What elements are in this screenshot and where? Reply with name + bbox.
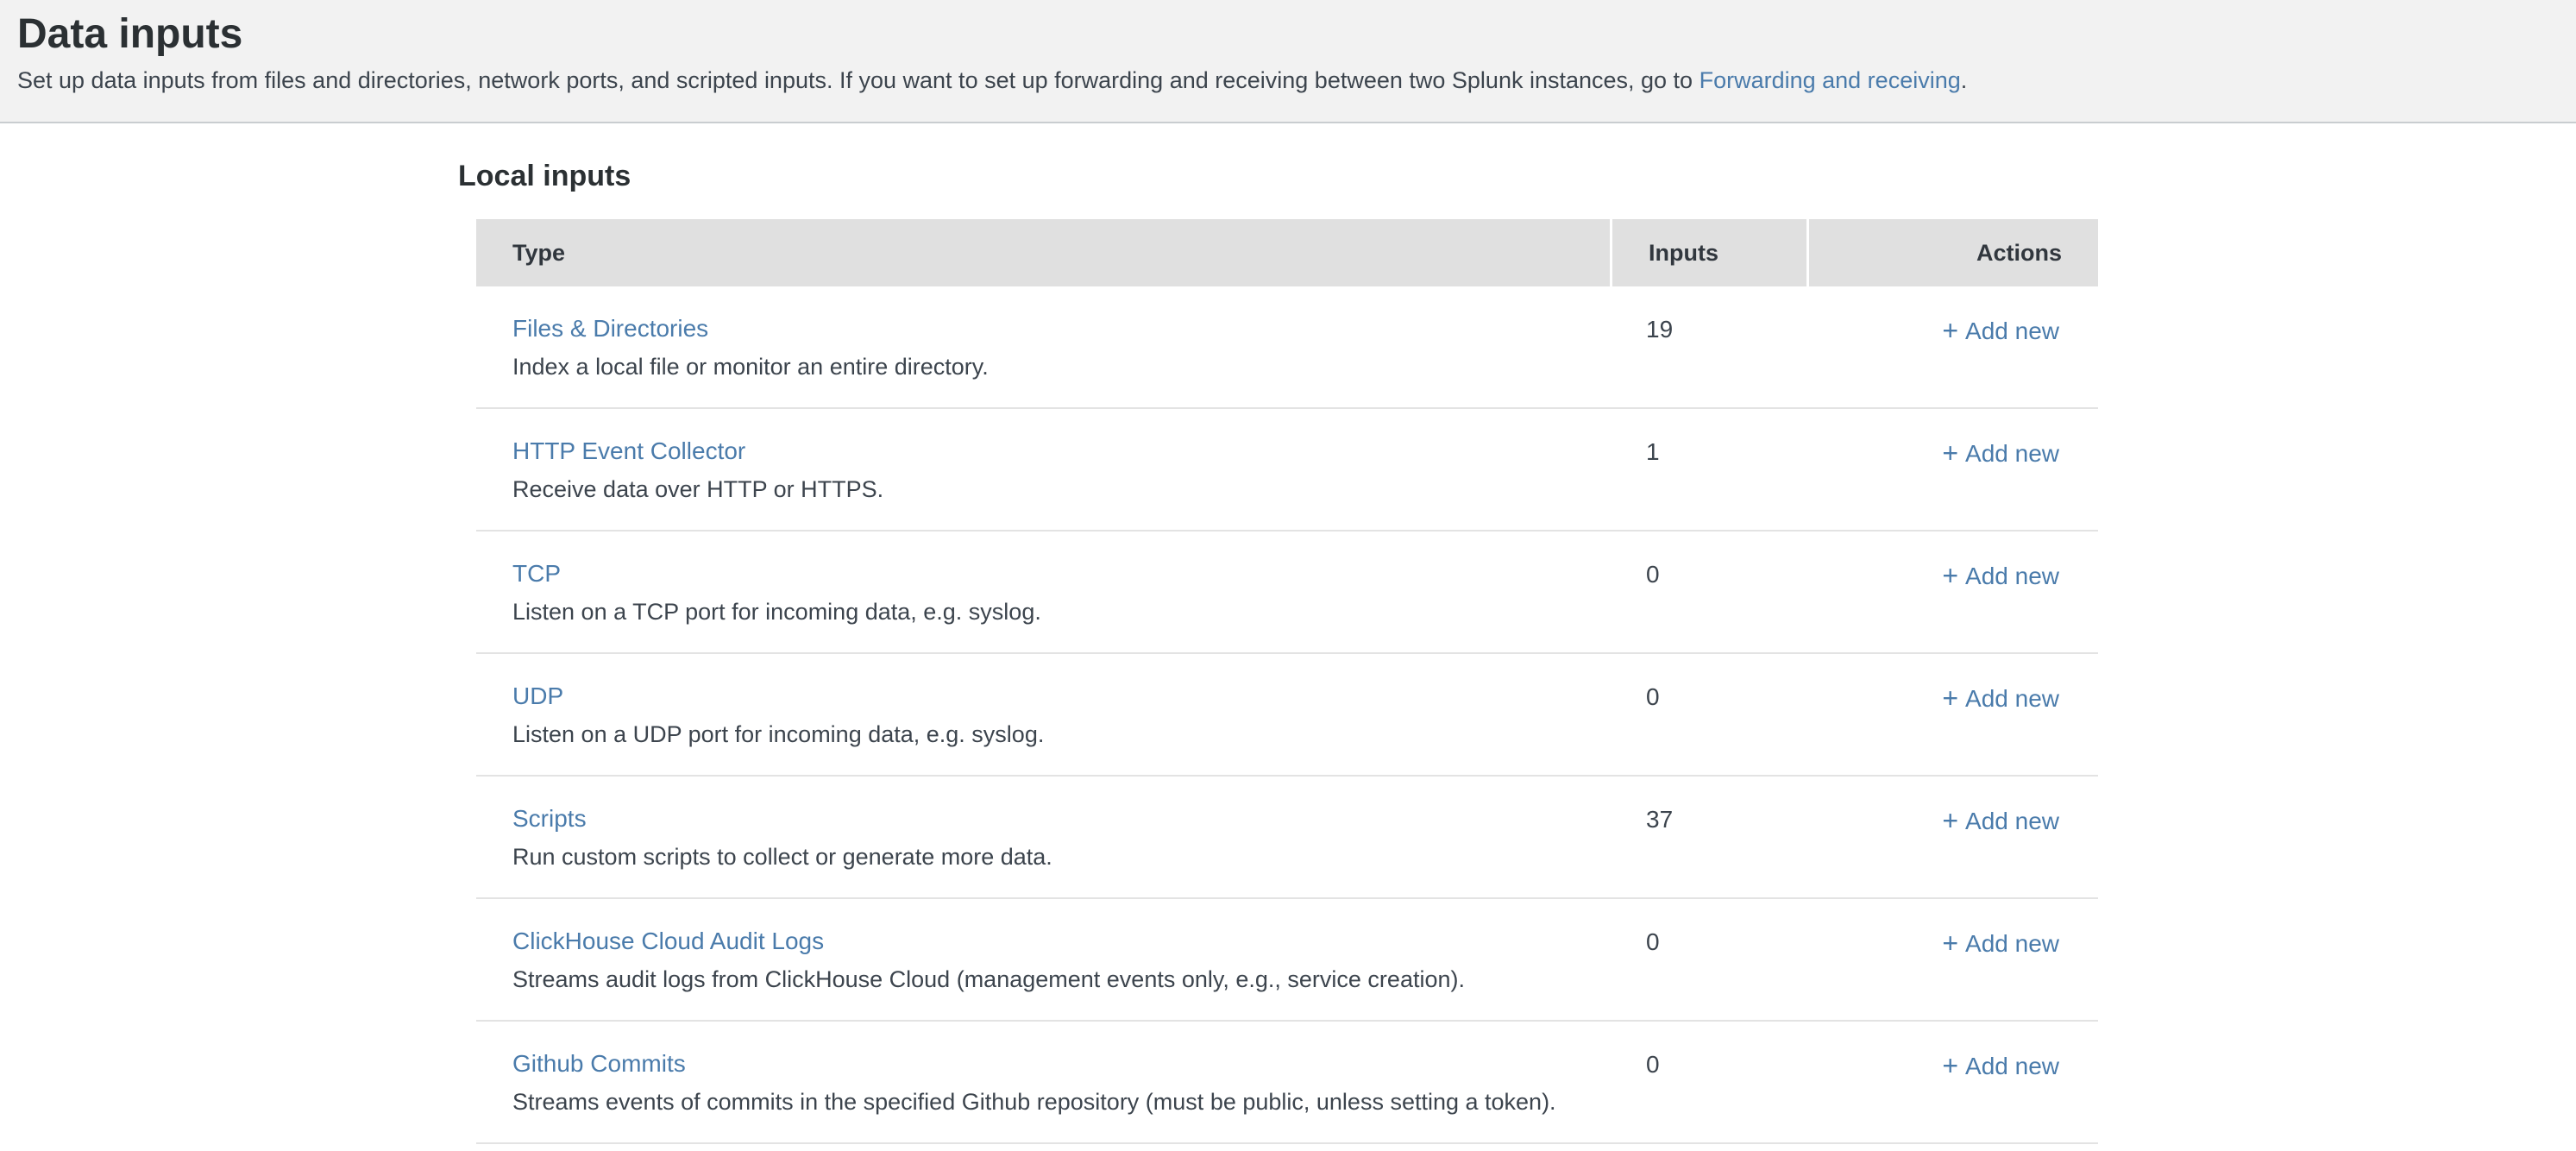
table-row: Github Commits Streams events of commits… xyxy=(476,1022,2098,1144)
input-type-link[interactable]: UDP xyxy=(512,682,563,711)
table-header-row: Type Inputs Actions xyxy=(476,219,2098,286)
page-header: Data inputs Set up data inputs from file… xyxy=(0,0,2576,123)
actions-cell: + Add new xyxy=(1806,1022,2098,1142)
type-cell: HTTP Event Collector Receive data over H… xyxy=(476,409,1610,530)
input-count: 0 xyxy=(1610,1022,1806,1142)
actions-cell: + Add new xyxy=(1806,899,2098,1020)
input-type-link[interactable]: TCP xyxy=(512,559,561,588)
input-type-description: Listen on a TCP port for incoming data, … xyxy=(512,598,1593,626)
input-type-link[interactable]: HTTP Event Collector xyxy=(512,437,745,466)
actions-cell: + Add new xyxy=(1806,777,2098,897)
page-subtitle-text: Set up data inputs from files and direct… xyxy=(17,67,1700,93)
input-type-description: Index a local file or monitor an entire … xyxy=(512,353,1593,381)
add-new-link[interactable]: + Add new xyxy=(1942,685,2059,712)
table-row: HTTP Event Collector Receive data over H… xyxy=(476,409,2098,531)
page-subtitle: Set up data inputs from files and direct… xyxy=(17,65,2555,96)
add-new-link[interactable]: + Add new xyxy=(1942,808,2059,834)
type-cell: UDP Listen on a UDP port for incoming da… xyxy=(476,654,1610,775)
input-type-link[interactable]: Github Commits xyxy=(512,1049,686,1079)
page-subtitle-suffix: . xyxy=(1961,67,1968,93)
add-new-label: Add new xyxy=(1965,930,2059,957)
input-type-description: Listen on a UDP port for incoming data, … xyxy=(512,720,1593,748)
plus-icon: + xyxy=(1942,315,1958,346)
column-header-inputs: Inputs xyxy=(1612,219,1806,286)
add-new-label: Add new xyxy=(1965,563,2059,589)
input-type-link[interactable]: ClickHouse Cloud Audit Logs xyxy=(512,927,824,956)
plus-icon: + xyxy=(1942,1050,1958,1081)
add-new-label: Add new xyxy=(1965,1053,2059,1079)
plus-icon: + xyxy=(1942,928,1958,959)
plus-icon: + xyxy=(1942,682,1958,714)
add-new-link[interactable]: + Add new xyxy=(1942,1053,2059,1079)
plus-icon: + xyxy=(1942,437,1958,469)
input-type-description: Streams events of commits in the specifi… xyxy=(512,1088,1593,1116)
input-type-link[interactable]: Files & Directories xyxy=(512,314,708,343)
type-cell: Files & Directories Index a local file o… xyxy=(476,286,1610,407)
add-new-label: Add new xyxy=(1965,685,2059,712)
forwarding-receiving-link[interactable]: Forwarding and receiving xyxy=(1700,67,1961,93)
column-header-type: Type xyxy=(476,219,1610,286)
column-header-actions: Actions xyxy=(1809,219,2098,286)
type-cell: Github Commits Streams events of commits… xyxy=(476,1022,1610,1142)
input-type-description: Streams audit logs from ClickHouse Cloud… xyxy=(512,965,1593,993)
type-cell: ClickHouse Cloud Audit Logs Streams audi… xyxy=(476,899,1610,1020)
add-new-label: Add new xyxy=(1965,440,2059,467)
type-cell: Scripts Run custom scripts to collect or… xyxy=(476,777,1610,897)
section-title-local-inputs: Local inputs xyxy=(458,160,2576,193)
add-new-label: Add new xyxy=(1965,808,2059,834)
table-row: TCP Listen on a TCP port for incoming da… xyxy=(476,531,2098,654)
plus-icon: + xyxy=(1942,805,1958,836)
actions-cell: + Add new xyxy=(1806,531,2098,652)
plus-icon: + xyxy=(1942,560,1958,591)
table-row: Files & Directories Index a local file o… xyxy=(476,286,2098,409)
add-new-link[interactable]: + Add new xyxy=(1942,563,2059,589)
input-count: 0 xyxy=(1610,654,1806,775)
input-count: 0 xyxy=(1610,531,1806,652)
input-count: 0 xyxy=(1610,899,1806,1020)
table-row: ClickHouse Cloud Audit Logs Streams audi… xyxy=(476,899,2098,1022)
table-row: Scripts Run custom scripts to collect or… xyxy=(476,777,2098,899)
input-type-link[interactable]: Scripts xyxy=(512,804,587,833)
actions-cell: + Add new xyxy=(1806,286,2098,407)
actions-cell: + Add new xyxy=(1806,654,2098,775)
input-type-description: Run custom scripts to collect or generat… xyxy=(512,843,1593,871)
input-count: 37 xyxy=(1610,777,1806,897)
table-row: UDP Listen on a UDP port for incoming da… xyxy=(476,654,2098,777)
input-type-description: Receive data over HTTP or HTTPS. xyxy=(512,475,1593,503)
page-title: Data inputs xyxy=(17,12,2555,58)
add-new-label: Add new xyxy=(1965,318,2059,344)
add-new-link[interactable]: + Add new xyxy=(1942,440,2059,467)
input-count: 1 xyxy=(1610,409,1806,530)
local-inputs-table: Type Inputs Actions Files & Directories … xyxy=(476,219,2098,1144)
type-cell: TCP Listen on a TCP port for incoming da… xyxy=(476,531,1610,652)
input-count: 19 xyxy=(1610,286,1806,407)
add-new-link[interactable]: + Add new xyxy=(1942,930,2059,957)
actions-cell: + Add new xyxy=(1806,409,2098,530)
add-new-link[interactable]: + Add new xyxy=(1942,318,2059,344)
